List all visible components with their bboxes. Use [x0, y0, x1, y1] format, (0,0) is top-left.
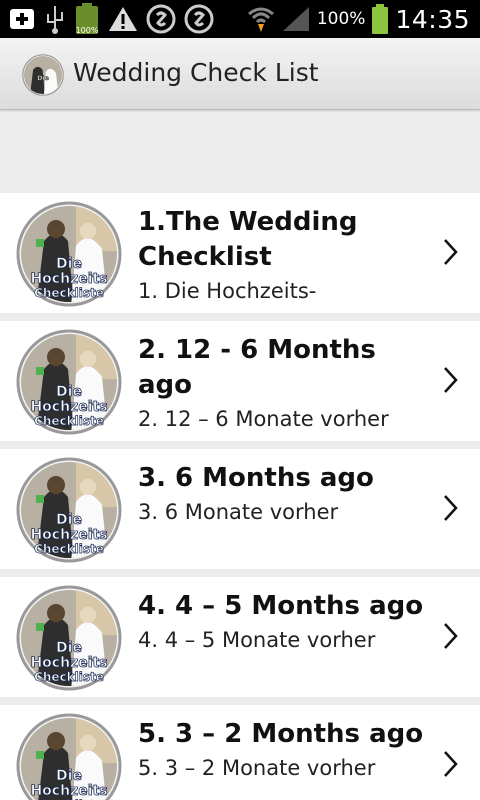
system-icons: 100% 14:35 — [247, 0, 470, 38]
clock: 14:35 — [395, 4, 470, 34]
list-item-subtitle: 4. 4 – 5 Monate vorher — [138, 628, 376, 652]
list-item-text: 5. 3 – 2 Months ago 5. 3 – 2 Monate vorh… — [138, 717, 428, 784]
wedding-checklist-icon: Die Hochzeits Checkliste — [16, 201, 122, 307]
warning-icon — [108, 5, 138, 33]
logo-text: Die — [56, 512, 82, 528]
logo-text: Die — [56, 768, 82, 784]
logo-text: Hochzeits — [30, 783, 107, 799]
action-bar: Die Wedding Check List — [0, 38, 480, 110]
logo-text: Hochzeits — [30, 271, 107, 287]
logo-text: Die — [56, 256, 82, 272]
list-item-title: 1.The Wedding Checklist — [138, 207, 358, 272]
list-item-title: 5. 3 – 2 Months ago — [138, 719, 424, 749]
list-item-text: 3. 6 Months ago 3. 6 Monate vorher — [138, 461, 428, 528]
list-item-subtitle: 5. 3 – 2 Monate vorher — [138, 756, 376, 780]
chevron-right-icon — [444, 495, 458, 521]
battery-saver-icon: 100% — [74, 3, 100, 35]
logo-text: Die — [56, 640, 82, 656]
list-item-title: 4. 4 – 5 Months ago — [138, 591, 424, 621]
chevron-right-icon — [444, 623, 458, 649]
list-item-text: 2. 12 - 6 Months ago 2. 12 – 6 Monate vo… — [138, 333, 428, 435]
list-item-title: 3. 6 Months ago — [138, 463, 374, 493]
logo-text: Hochzeits — [30, 527, 107, 543]
app-title: Wedding Check List — [73, 58, 319, 87]
list-item-text: 1.The Wedding Checklist 1. Die Hochzeits… — [138, 205, 428, 307]
wedding-checklist-icon: Die Hochzeits Checkliste — [16, 329, 122, 435]
shazam-icon — [146, 4, 176, 34]
wedding-checklist-icon: Die Hochzeits Checkliste — [16, 585, 122, 691]
logo-text: Checkliste — [34, 286, 104, 300]
list-item-title: 2. 12 - 6 Months ago — [138, 335, 376, 400]
list-item-subtitle: 1. Die Hochzeits- — [138, 279, 317, 303]
chevron-right-icon — [444, 751, 458, 777]
checklist-list: Die Hochzeits Checkliste 1.The Wedding C… — [0, 193, 480, 800]
battery-saver-label: 100% — [75, 26, 99, 35]
wedding-checklist-icon: Die Hochzeits Checkliste — [16, 713, 122, 800]
notification-icons: 100% — [8, 3, 214, 35]
list-item-subtitle: 2. 12 – 6 Monate vorher — [138, 407, 389, 431]
list-item[interactable]: Die Hochzeits Checkliste 4. 4 – 5 Months… — [0, 577, 480, 697]
battery-icon — [371, 4, 389, 34]
logo-text: Hochzeits — [30, 655, 107, 671]
svg-text:Die: Die — [37, 75, 49, 82]
list-item[interactable]: Die Hochzeits Checkliste 5. 3 – 2 Months… — [0, 705, 480, 800]
shazam-icon — [184, 4, 214, 34]
list-item[interactable]: Die Hochzeits Checkliste 2. 12 - 6 Month… — [0, 321, 480, 441]
usb-icon — [44, 4, 66, 34]
chevron-right-icon — [444, 367, 458, 393]
list-item[interactable]: Die Hochzeits Checkliste 1.The Wedding C… — [0, 193, 480, 313]
logo-text: Checkliste — [34, 414, 104, 428]
wedding-checklist-icon: Die Hochzeits Checkliste — [16, 457, 122, 563]
add-notification-icon — [8, 5, 36, 33]
battery-percent: 100% — [316, 9, 366, 29]
list-item-text: 4. 4 – 5 Months ago 4. 4 – 5 Monate vorh… — [138, 589, 428, 656]
list-item-subtitle: 3. 6 Monate vorher — [138, 500, 339, 524]
logo-text: Die — [56, 384, 82, 400]
list-item[interactable]: Die Hochzeits Checkliste 3. 6 Months ago… — [0, 449, 480, 569]
signal-icon — [281, 5, 311, 33]
status-bar: 100% 100% 14:35 — [0, 0, 480, 38]
app-logo[interactable]: Die — [22, 54, 64, 96]
chevron-right-icon — [444, 239, 458, 265]
logo-text: Checkliste — [34, 542, 104, 556]
logo-text: Hochzeits — [30, 399, 107, 415]
logo-text: Checkliste — [34, 670, 104, 684]
wifi-icon — [247, 5, 275, 33]
